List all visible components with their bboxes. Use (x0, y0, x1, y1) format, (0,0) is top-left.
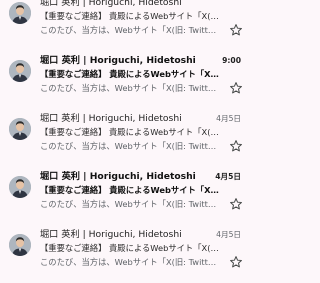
email-row[interactable]: 堀口 英利 | Horiguchi, Hidetoshi 【重要なご連絡】 貴殿… (0, 167, 250, 225)
email-sender: 堀口 英利 | Horiguchi, Hidetoshi (40, 55, 196, 66)
sender-avatar[interactable] (9, 176, 31, 198)
email-text: 堀口 英利 | Horiguchi, Hidetoshi 【重要なご連絡】 貴殿… (40, 0, 220, 37)
sender-avatar[interactable] (9, 2, 31, 24)
email-sender: 堀口 英利 | Horiguchi, Hidetoshi (40, 113, 182, 124)
email-subject: 【重要なご連絡】 貴殿によるWebサイト「X(旧: Twitter) (40, 127, 220, 137)
email-snippet: このたび、当方は、Webサイト「X(旧: Twitter)」に… (40, 257, 220, 267)
email-sender: 堀口 英利 | Horiguchi, Hidetoshi (40, 229, 182, 240)
sender-avatar[interactable] (9, 234, 31, 256)
star-icon[interactable] (229, 23, 243, 37)
email-text: 堀口 英利 | Horiguchi, Hidetoshi 【重要なご連絡】 貴殿… (40, 54, 220, 95)
star-icon[interactable] (229, 81, 243, 95)
email-date: 4月5日 (216, 114, 241, 123)
email-snippet: このたび、当方は、Webサイト「X(旧: Twitter)」に… (40, 141, 220, 151)
sender-avatar[interactable] (9, 118, 31, 140)
email-text: 堀口 英利 | Horiguchi, Hidetoshi 【重要なご連絡】 貴殿… (40, 228, 220, 269)
email-subject: 【重要なご連絡】 貴殿によるWebサイト「X(旧: Twi… (40, 185, 220, 195)
email-row[interactable]: 堀口 英利 | Horiguchi, Hidetoshi 【重要なご連絡】 貴殿… (0, 109, 250, 167)
email-row[interactable]: 堀口 英利 | Horiguchi, Hidetoshi 【重要なご連絡】 貴殿… (0, 225, 250, 283)
email-text: 堀口 英利 | Horiguchi, Hidetoshi 【重要なご連絡】 貴殿… (40, 112, 220, 153)
star-icon[interactable] (229, 255, 243, 269)
email-sender: 堀口 英利 | Horiguchi, Hidetoshi (40, 0, 182, 8)
email-date: 4月5日 (215, 172, 241, 181)
email-subject: 【重要なご連絡】 貴殿によるWebサイト「X(旧: Twitter) (40, 11, 220, 21)
email-row[interactable]: 堀口 英利 | Horiguchi, Hidetoshi 【重要なご連絡】 貴殿… (0, 51, 250, 109)
email-sender: 堀口 英利 | Horiguchi, Hidetoshi (40, 171, 196, 182)
email-subject: 【重要なご連絡】 貴殿によるWebサイト「X(旧: Twitter) (40, 243, 220, 253)
email-date: 9:00 (222, 56, 241, 65)
star-icon[interactable] (229, 139, 243, 153)
email-subject: 【重要なご連絡】 貴殿によるWebサイト「X(旧: Twi… (40, 69, 220, 79)
sender-avatar[interactable] (9, 60, 31, 82)
email-row[interactable]: 堀口 英利 | Horiguchi, Hidetoshi 【重要なご連絡】 貴殿… (0, 0, 250, 51)
email-snippet: このたび、当方は、Webサイト「X(旧: Twitter)」に… (40, 25, 220, 35)
email-date: 4月5日 (216, 230, 241, 239)
email-list: 堀口 英利 | Horiguchi, Hidetoshi 【重要なご連絡】 貴殿… (0, 0, 250, 283)
email-snippet: このたび、当方は、Webサイト「X(旧: Twitter)」に… (40, 83, 220, 93)
star-icon[interactable] (229, 197, 243, 211)
email-text: 堀口 英利 | Horiguchi, Hidetoshi 【重要なご連絡】 貴殿… (40, 170, 220, 211)
email-snippet: このたび、当方は、Webサイト「X(旧: Twitter)」に… (40, 199, 220, 209)
